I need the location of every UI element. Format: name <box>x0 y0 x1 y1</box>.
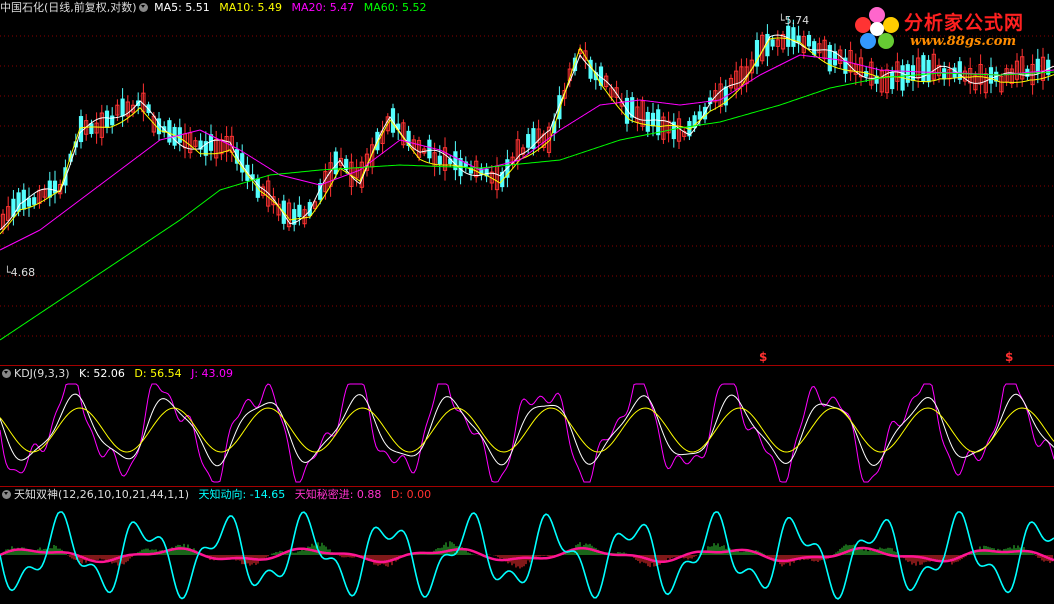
tz-dongxiang-label: 天知动向: -14.65 <box>198 488 286 501</box>
candlestick <box>21 189 26 210</box>
ma60-label: MA60: 5.52 <box>363 1 427 14</box>
candlestick <box>297 204 302 218</box>
low-price-marker: └4.68 <box>4 266 36 279</box>
ma60-line <box>0 71 1054 341</box>
candlestick <box>104 110 110 128</box>
chevron-down-icon[interactable] <box>2 490 11 499</box>
low-price-label: 4.68 <box>10 266 36 279</box>
candlestick <box>864 71 869 77</box>
price-chart[interactable] <box>0 0 1054 365</box>
ma5-label: MA5: 5.51 <box>154 1 210 14</box>
tz-d-label: D: 0.00 <box>390 488 432 501</box>
candlestick <box>1035 58 1040 74</box>
candlestick <box>32 197 37 205</box>
kdj-j-label: J: 43.09 <box>191 367 234 380</box>
candlestick <box>656 109 661 136</box>
candlestick <box>942 68 947 80</box>
site-logo[interactable]: 分析家公式网 www.88gs.com <box>852 4 1048 54</box>
candlestick <box>988 67 994 84</box>
candlestick <box>437 155 442 165</box>
candlestick <box>167 120 172 143</box>
logo-title: 分析家公式网 <box>904 12 1025 34</box>
candlestick <box>926 59 931 83</box>
candlestick <box>890 71 895 90</box>
chevron-down-icon[interactable] <box>138 3 148 12</box>
signal-mark: $ <box>759 350 768 364</box>
high-price-marker: └5.74 <box>778 14 810 27</box>
main-legend: 中国石化(日线,前复权,对数) MA5: 5.51 MA10: 5.49 MA2… <box>0 0 432 16</box>
signal-mark: $ <box>1005 350 1014 364</box>
candlestick <box>786 25 791 47</box>
kdj-k-line <box>0 393 1054 467</box>
candlestick <box>812 41 817 55</box>
high-price-label: 5.74 <box>784 14 810 27</box>
flower-icon <box>855 7 899 49</box>
candlestick <box>26 197 32 207</box>
candlestick <box>427 139 432 159</box>
tz-mimi-line <box>0 546 1054 564</box>
candlestick <box>526 134 531 148</box>
kdj-legend: KDJ(9,3,3) K: 52.06 D: 56.54 J: 43.09 <box>0 366 239 382</box>
kdj-d-label: D: 56.54 <box>134 367 182 380</box>
stock-title[interactable]: 中国石化(日线,前复权,对数) <box>0 1 137 14</box>
kdj-j-line <box>0 383 1054 483</box>
candlestick <box>110 115 115 126</box>
candlestick <box>645 111 650 132</box>
candlestick <box>910 65 916 81</box>
candlestick <box>697 111 702 120</box>
ma10-label: MA10: 5.49 <box>219 1 283 14</box>
candlestick <box>957 61 962 80</box>
candlestick <box>333 151 338 175</box>
tz-title[interactable]: 天知双神(12,26,10,10,21,44,1,1) <box>14 488 189 501</box>
chevron-down-icon[interactable] <box>2 369 11 378</box>
ma20-line <box>0 54 1054 251</box>
ma20-label: MA20: 5.47 <box>291 1 355 14</box>
candlestick <box>791 27 796 47</box>
candlestick <box>208 134 214 151</box>
kdj-k-label: K: 52.06 <box>79 367 125 380</box>
candlestick <box>806 34 812 47</box>
logo-url: www.88gs.com <box>910 34 1017 49</box>
candlestick <box>770 39 775 47</box>
tz-legend: 天知双神(12,26,10,10,21,44,1,1) 天知动向: -14.65… <box>0 487 437 503</box>
tz-mimi-label: 天知秘密进: 0.88 <box>294 488 382 501</box>
tz-dongxiang-line <box>0 511 1054 600</box>
candlestick <box>120 98 125 117</box>
kdj-d-line <box>0 407 1054 453</box>
candlestick <box>89 123 94 135</box>
kdj-title[interactable]: KDJ(9,3,3) <box>14 367 70 380</box>
